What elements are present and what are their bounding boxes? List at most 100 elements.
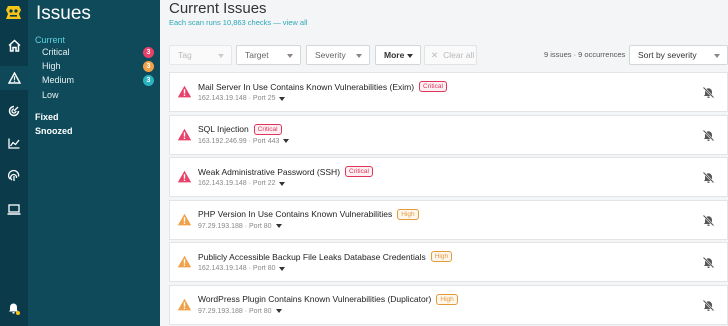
severity-filter-label: Severity	[315, 50, 346, 60]
clear-all-button[interactable]: ✕ Clear all	[424, 45, 477, 65]
fingerprint-icon	[8, 170, 20, 181]
sidebar-item-label: Medium	[42, 75, 75, 85]
target-filter[interactable]: Target	[236, 45, 301, 65]
issue-title[interactable]: PHP Version In Use Contains Known Vulner…	[198, 209, 392, 219]
issue-card[interactable]: PHP Version In Use Contains Known Vulner…	[169, 199, 728, 240]
sidebar-fixed-link[interactable]: Fixed	[35, 112, 59, 122]
sidebar-item-label: Low	[42, 90, 59, 100]
nav-scans[interactable]	[0, 99, 28, 123]
target-filter-label: Target	[245, 50, 269, 60]
main-content: Current Issues Each scan runs 10,863 che…	[160, 0, 728, 326]
sidebar-item-label: Critical	[42, 47, 70, 57]
chevron-down-icon[interactable]	[283, 139, 290, 143]
severity-badge: Critical	[253, 123, 282, 135]
issue-card[interactable]: Mail Server In Use Contains Known Vulner…	[169, 72, 728, 112]
tag-filter[interactable]: Tag	[169, 45, 232, 65]
nav-fingerprint[interactable]	[0, 164, 28, 188]
chevron-down-icon	[714, 54, 720, 58]
issues-warning-icon	[7, 72, 21, 84]
sidebar-current-label[interactable]: Current	[35, 35, 65, 45]
sort-select[interactable]: Sort by severity	[629, 45, 728, 65]
scan-icon	[8, 105, 20, 117]
issue-port: Port 22	[252, 180, 276, 187]
nav-home[interactable]	[0, 33, 28, 57]
issue-host: 163.192.246.99	[198, 137, 247, 145]
sidebar-item-low[interactable]: Low	[42, 88, 154, 102]
nav-targets[interactable]	[0, 197, 28, 221]
scan-checks-link[interactable]: Each scan runs 10,863 checks — view all	[169, 18, 307, 27]
chevron-down-icon[interactable]	[275, 309, 282, 313]
chevron-down-icon[interactable]	[279, 266, 286, 271]
issue-host: 162.143.19.148	[198, 95, 247, 102]
high-count-badge: 3	[143, 60, 154, 72]
sidebar-snoozed-link[interactable]: Snoozed	[35, 126, 73, 136]
chevron-down-icon[interactable]	[279, 96, 286, 101]
chevron-down-icon	[356, 54, 362, 58]
issue-card[interactable]: Publicly Accessible Backup File Leaks Da…	[169, 242, 728, 282]
more-filters-label: More	[384, 50, 405, 60]
severity-badge: Critical	[345, 166, 373, 177]
snooze-bell-icon[interactable]	[702, 171, 715, 184]
severity-badge: High	[397, 208, 419, 220]
chevron-down-icon	[407, 54, 413, 58]
sidebar-item-critical[interactable]: Critical 3	[42, 45, 154, 59]
snooze-bell-icon[interactable]	[702, 129, 715, 142]
snooze-bell-icon[interactable]	[702, 214, 715, 227]
issue-title[interactable]: Publicly Accessible Backup File Leaks Da…	[198, 252, 426, 262]
warning-icon	[177, 85, 192, 98]
severity-filter[interactable]: Severity	[306, 45, 370, 65]
severity-badge: Critical	[419, 81, 447, 92]
sidebar-title: Issues	[36, 3, 91, 24]
issue-port: Port 80	[249, 222, 272, 230]
issue-port: Port 25	[252, 95, 276, 102]
chart-icon	[8, 138, 20, 149]
issue-card[interactable]: SQL Injection Critical 163.192.246.99 · P…	[169, 114, 728, 155]
issue-card[interactable]: Weak Administrative Password (SSH) Critic…	[169, 157, 728, 197]
notifications-bell-icon	[9, 303, 20, 315]
home-icon	[7, 38, 21, 52]
laptop-icon	[7, 203, 21, 215]
issue-title[interactable]: Mail Server In Use Contains Known Vulner…	[198, 82, 414, 92]
sort-select-label: Sort by severity	[638, 50, 697, 60]
issue-host: 162.143.19.148	[198, 265, 247, 272]
nav-reports[interactable]	[0, 131, 28, 155]
issue-host: 97.29.193.188	[198, 222, 243, 230]
chevron-down-icon	[287, 54, 293, 58]
nav-notifications[interactable]	[0, 296, 28, 320]
sidebar-item-high[interactable]: High 3	[42, 59, 154, 73]
critical-count-badge: 3	[143, 46, 154, 58]
chevron-down-icon	[218, 54, 224, 58]
severity-badge: High	[436, 293, 458, 305]
medium-count-badge: 3	[143, 74, 154, 86]
sidebar-item-label: High	[42, 61, 61, 71]
more-filters-button[interactable]: More	[375, 45, 421, 65]
issues-sidebar: Issues Current Critical 3 High 3 Medium …	[28, 0, 160, 326]
issue-card[interactable]: WordPress Plugin Contains Known Vulnerab…	[169, 284, 728, 325]
issue-host: 97.29.193.188	[198, 307, 243, 315]
issue-port: Port 443	[252, 137, 280, 145]
logo-icon[interactable]	[5, 5, 22, 20]
close-icon: ✕	[431, 49, 439, 60]
icon-rail	[0, 0, 28, 326]
warning-icon	[177, 213, 192, 225]
snooze-bell-icon[interactable]	[702, 86, 715, 99]
tag-filter-label: Tag	[178, 50, 192, 60]
snooze-bell-icon[interactable]	[702, 256, 715, 269]
sidebar-item-medium[interactable]: Medium 3	[42, 73, 154, 87]
warning-icon	[177, 298, 192, 310]
issue-port: Port 80	[249, 307, 272, 315]
clear-all-label: Clear all	[443, 50, 475, 60]
warning-icon	[177, 255, 192, 268]
warning-icon	[177, 170, 192, 183]
snooze-bell-icon[interactable]	[702, 299, 715, 312]
issue-host: 162.143.19.148	[198, 180, 247, 187]
issue-title[interactable]: WordPress Plugin Contains Known Vulnerab…	[198, 294, 431, 304]
chevron-down-icon[interactable]	[279, 181, 286, 186]
issue-title[interactable]: Weak Administrative Password (SSH)	[198, 167, 340, 177]
issue-title[interactable]: SQL Injection	[198, 124, 249, 134]
chevron-down-icon[interactable]	[275, 224, 282, 228]
nav-issues[interactable]	[0, 66, 28, 90]
issue-port: Port 80	[252, 265, 276, 272]
warning-icon	[177, 128, 192, 140]
issues-summary: 9 issues · 9 occurrences	[544, 50, 626, 59]
